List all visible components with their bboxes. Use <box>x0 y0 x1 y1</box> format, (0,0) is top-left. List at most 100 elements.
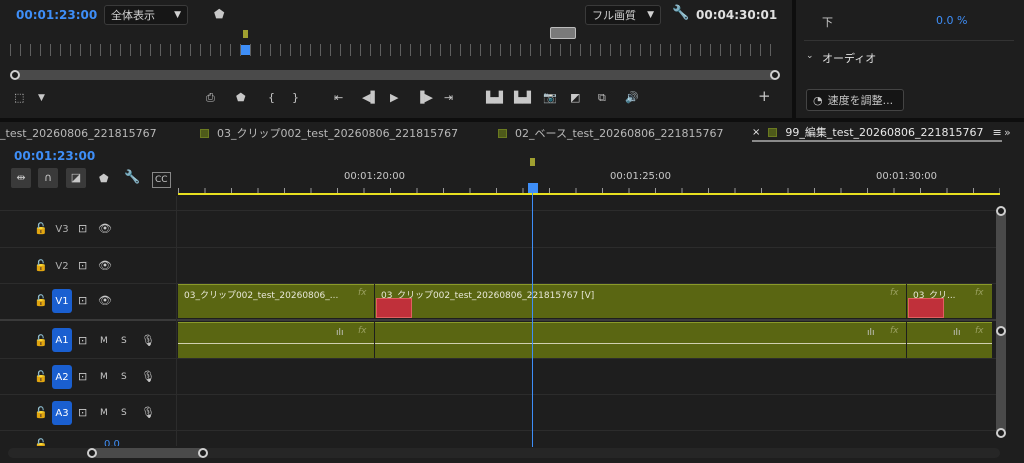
lock-icon[interactable]: 🔓 <box>34 222 48 236</box>
scroll-handle-right[interactable] <box>198 448 208 458</box>
play-icon[interactable]: ▶ <box>390 91 398 105</box>
microphone-icon[interactable]: 🎙 <box>141 406 155 420</box>
audio-section-title[interactable]: オーディオ <box>822 50 876 66</box>
mark-out-icon[interactable]: } <box>292 91 299 105</box>
mute-button[interactable]: M <box>100 334 108 348</box>
fx-badge[interactable]: fx <box>358 288 367 298</box>
scroll-handle-left[interactable] <box>10 70 20 80</box>
scroll-handle-bottom[interactable] <box>996 428 1006 438</box>
tab-edit-active[interactable]: × 99_編集_test_20260806_221815767 ≡ <box>752 124 1002 142</box>
lock-icon[interactable]: 🔓 <box>34 259 48 273</box>
scroll-handle-right[interactable] <box>770 70 780 80</box>
speed-button[interactable]: ◔ 速度を調整... <box>806 89 904 111</box>
sync-lock-icon[interactable]: ⊡ <box>78 334 87 348</box>
fx-badge[interactable]: fx <box>975 288 984 298</box>
timeline-timecode[interactable]: 00:01:23:00 <box>14 149 95 163</box>
add-marker-icon[interactable]: ⬟ <box>236 91 246 105</box>
sync-lock-icon[interactable]: ⊡ <box>78 406 87 420</box>
solo-button[interactable]: S <box>121 370 127 384</box>
video-clip-1[interactable]: 03_クリップ002_test_20260806_... fx <box>178 284 374 318</box>
bottom-value[interactable]: 0.0 % <box>936 14 967 27</box>
sync-lock-icon[interactable]: ⊡ <box>78 370 87 384</box>
audio-clip-3[interactable]: ılı fx <box>907 322 992 358</box>
horizontal-scrollbar[interactable] <box>92 448 204 458</box>
go-to-out-icon[interactable]: ⇥ <box>444 91 453 105</box>
step-back-icon[interactable]: ◀▌ <box>362 91 379 105</box>
lock-icon[interactable]: 🔓 <box>34 294 48 308</box>
tab-base[interactable]: 02_ベース_test_20260806_221815767 <box>498 124 724 142</box>
monitor-playhead[interactable] <box>241 45 250 55</box>
solo-button[interactable]: S <box>121 406 127 420</box>
fx-badge[interactable]: fx <box>890 326 899 336</box>
lock-icon[interactable]: 🔓 <box>34 406 48 420</box>
chevron-down-icon[interactable]: ▼ <box>38 91 45 105</box>
add-marker-icon[interactable]: ⬟ <box>99 172 109 186</box>
fx-badge[interactable]: fx <box>890 288 899 298</box>
wrench-icon[interactable]: 🔧 <box>672 6 689 20</box>
scroll-handle-top[interactable] <box>996 206 1006 216</box>
safe-margins-icon[interactable]: ⬚ <box>14 91 24 105</box>
lock-icon[interactable]: 🔓 <box>34 370 48 384</box>
eye-icon[interactable]: 👁 <box>98 259 112 273</box>
monitor-timecode[interactable]: 00:01:23:00 <box>16 8 97 22</box>
insert-overwrite-button[interactable]: ⇹ <box>11 168 31 188</box>
lock-icon[interactable]: 🔓 <box>34 438 48 446</box>
marker-icon[interactable]: ⬟ <box>214 7 224 21</box>
volume-rubber-band[interactable] <box>907 343 992 344</box>
multicam-icon[interactable]: ⧉ <box>598 91 606 105</box>
sync-lock-icon[interactable]: ⊡ <box>78 259 87 273</box>
tab-clip002[interactable]: 03_クリップ002_test_20260806_221815767 <box>200 124 458 142</box>
go-to-in-icon[interactable]: ⇤ <box>334 91 343 105</box>
volume-icon[interactable]: 🔊 <box>625 91 639 105</box>
close-icon[interactable]: × <box>752 127 760 138</box>
track-target-a3[interactable]: A3 <box>52 401 72 425</box>
playhead-handle[interactable] <box>528 183 538 193</box>
lift-icon[interactable]: ▙▟ <box>486 91 503 105</box>
mark-in-icon[interactable]: { <box>268 91 275 105</box>
track-target-a1[interactable]: A1 <box>52 328 72 352</box>
add-button-icon[interactable]: + <box>758 89 771 104</box>
monitor-zoom-scrollbar[interactable] <box>14 70 778 80</box>
lock-icon[interactable]: 🔓 <box>34 334 48 348</box>
microphone-icon[interactable]: 🎙 <box>141 334 155 348</box>
tab-partial[interactable]: _test_20260806_221815767 <box>0 124 157 142</box>
tab-menu-icon[interactable]: ≡ <box>993 126 1002 139</box>
track-target-v3[interactable]: V3 <box>52 217 72 241</box>
quality-select[interactable]: フル画質 ▼ <box>585 5 661 25</box>
scroll-handle-mid[interactable] <box>996 326 1006 336</box>
scroll-handle-left[interactable] <box>87 448 97 458</box>
extract-icon[interactable]: ▙▟ <box>514 91 531 105</box>
chevron-down-icon[interactable]: ⌄ <box>806 49 814 63</box>
linked-selection-button[interactable]: ◪ <box>66 168 86 188</box>
fx-badge[interactable]: fx <box>975 326 984 336</box>
comparison-view-icon[interactable]: ◩ <box>570 91 580 105</box>
volume-rubber-band[interactable] <box>178 343 374 344</box>
overflow-icon[interactable]: » <box>1004 126 1011 140</box>
vertical-scrollbar[interactable] <box>996 210 1006 434</box>
audio-clip-2[interactable]: ılı fx <box>375 322 906 358</box>
eye-icon[interactable]: 👁 <box>98 222 112 236</box>
sync-lock-icon[interactable]: ⊡ <box>78 222 87 236</box>
master-value[interactable]: 0.0 <box>104 438 120 446</box>
track-target-a2[interactable]: A2 <box>52 365 72 389</box>
audio-clip-1[interactable]: ılı fx <box>178 322 374 358</box>
camera-icon[interactable]: 📷 <box>543 91 557 105</box>
solo-button[interactable]: S <box>121 334 127 348</box>
eye-icon[interactable]: 👁 <box>98 294 112 308</box>
volume-rubber-band[interactable] <box>375 343 906 344</box>
captions-icon[interactable]: CC <box>152 172 171 188</box>
playhead-line[interactable] <box>532 193 533 447</box>
mute-button[interactable]: M <box>100 370 108 384</box>
step-forward-icon[interactable]: ▐▶ <box>416 91 433 105</box>
sync-lock-icon[interactable]: ⊡ <box>78 294 87 308</box>
wrench-icon[interactable]: 🔧 <box>124 171 140 185</box>
zoom-select[interactable]: 全体表示 ▼ <box>104 5 188 25</box>
snap-button[interactable]: ∩ <box>38 168 58 188</box>
work-area-bar[interactable] <box>178 193 1000 195</box>
microphone-icon[interactable]: 🎙 <box>141 370 155 384</box>
export-frame-icon[interactable]: ⎙ <box>206 91 215 105</box>
track-target-v2[interactable]: V2 <box>52 254 72 278</box>
monitor-ruler[interactable] <box>10 44 780 56</box>
track-target-v1[interactable]: V1 <box>52 289 72 313</box>
fx-badge[interactable]: fx <box>358 326 367 336</box>
